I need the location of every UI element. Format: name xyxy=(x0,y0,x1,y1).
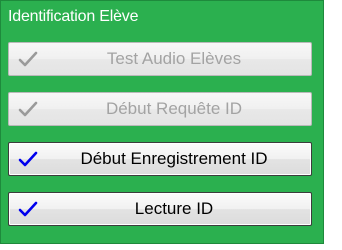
button-label: Test Audio Elèves xyxy=(106,49,242,68)
test-audio-eleves-button[interactable]: Test Audio Elèves xyxy=(8,42,312,76)
debut-enregistrement-id-button[interactable]: Début Enregistrement ID xyxy=(8,142,312,176)
lecture-id-button[interactable]: Lecture ID xyxy=(8,192,312,226)
button-label: Début Requête ID xyxy=(105,99,243,118)
debut-requete-id-button[interactable]: Début Requête ID xyxy=(8,92,312,126)
identification-eleve-panel: Identification Elève Test Audio Elèves D… xyxy=(0,0,324,244)
checkmark-icon xyxy=(17,49,39,71)
checkmark-icon xyxy=(17,99,39,121)
button-label: Lecture ID xyxy=(134,199,214,218)
button-label: Début Enregistrement ID xyxy=(80,149,268,168)
checkmark-icon xyxy=(17,199,39,221)
checkmark-icon xyxy=(17,149,39,171)
panel-title: Identification Elève xyxy=(8,8,139,25)
